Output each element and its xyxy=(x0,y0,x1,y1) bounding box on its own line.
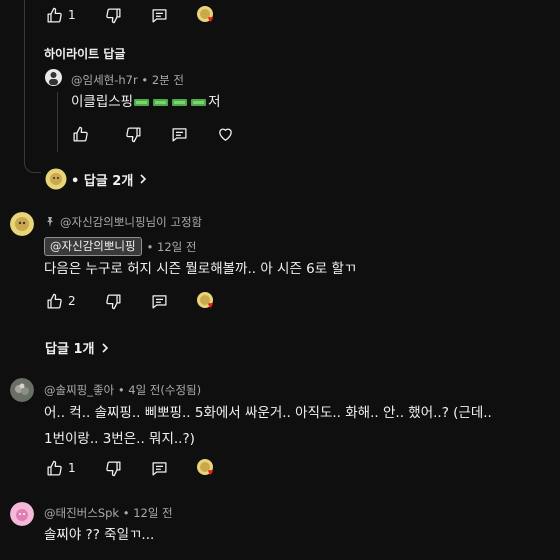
comment-text-line-2: 1번이랑.. 3번은.. 뭐지..?) xyxy=(44,431,195,447)
creator-avatar-icon xyxy=(45,168,67,190)
comment-meta: @자신감의뽀니핑 • 12일 전 xyxy=(44,237,196,256)
creator-heart-icon xyxy=(196,459,213,475)
avatar[interactable] xyxy=(10,502,34,526)
author-link[interactable]: @임세현-h7r xyxy=(71,73,138,87)
comment-text: 솔찌야 ?? 죽일ㄲ... xyxy=(44,527,155,543)
replies-toggle[interactable]: • 답글 2개 xyxy=(45,168,149,190)
dislike-button[interactable] xyxy=(104,5,124,25)
avatar[interactable] xyxy=(45,69,62,86)
thumbs-up-icon xyxy=(46,7,62,23)
avatar[interactable] xyxy=(10,212,34,236)
thumbs-up-icon xyxy=(46,460,62,476)
thumbs-down-icon xyxy=(125,126,141,142)
reply-button[interactable] xyxy=(169,124,189,144)
chevron-right-icon xyxy=(140,174,147,184)
dislike-button[interactable] xyxy=(123,124,143,144)
thread-line xyxy=(57,92,58,152)
timestamp[interactable]: • 12일 전 xyxy=(123,506,173,520)
like-count: 1 xyxy=(68,8,76,22)
replies-toggle[interactable]: 답글 1개 xyxy=(45,338,111,357)
thumbs-down-icon xyxy=(106,7,121,23)
thread-curve xyxy=(24,150,41,173)
timestamp[interactable]: • 2분 전 xyxy=(141,73,184,87)
reply-button[interactable] xyxy=(150,291,170,311)
dislike-button[interactable] xyxy=(104,458,124,478)
avatar[interactable] xyxy=(10,378,34,402)
comment-text: 이클립스핑 저 xyxy=(71,90,221,114)
avatar-icon xyxy=(10,212,34,236)
dislike-button[interactable] xyxy=(104,291,124,311)
chevron-right-icon xyxy=(102,342,109,353)
comment-text-prefix: 이클립스핑 xyxy=(71,94,134,110)
author-link[interactable]: @태진버스Spk xyxy=(44,506,119,520)
thread-line xyxy=(24,0,25,160)
highlight-label: 하이라이트 답글 xyxy=(44,47,126,61)
comment-text-suffix: 저 xyxy=(208,94,221,110)
reply-button[interactable] xyxy=(150,5,170,25)
replies-label: • 답글 2개 xyxy=(71,173,134,189)
thumbs-down-icon xyxy=(106,460,121,476)
action-bar: 2 xyxy=(44,291,216,311)
comment-meta: @솔찌핑_좋아 • 4일 전(수정됨) xyxy=(44,382,201,398)
creator-heart-button[interactable] xyxy=(196,291,216,311)
thumbs-down-icon xyxy=(106,293,121,309)
pin-icon xyxy=(47,217,53,227)
comment-icon xyxy=(152,294,167,309)
like-count: 2 xyxy=(68,294,76,308)
author-pill[interactable]: @자신감의뽀니핑 xyxy=(44,237,142,256)
avatar-icon xyxy=(49,72,58,85)
reply-button[interactable] xyxy=(150,458,170,478)
creator-heart-button[interactable] xyxy=(196,5,216,25)
creator-heart-icon xyxy=(196,6,213,22)
author-link[interactable]: @솔찌핑_좋아 xyxy=(44,383,114,397)
timestamp[interactable]: • 4일 전(수정됨) xyxy=(118,383,201,397)
pinned-label: @자신감의뽀니핑님이 고정함 xyxy=(60,215,203,229)
like-button[interactable] xyxy=(44,5,64,25)
green-money-icon xyxy=(134,97,207,108)
avatar-icon xyxy=(10,502,34,526)
thumbs-up-icon xyxy=(72,126,88,142)
comment-meta: @임세현-h7r • 2분 전 xyxy=(71,72,184,88)
like-button[interactable] xyxy=(44,291,64,311)
pinned-indicator: @자신감의뽀니핑님이 고정함 xyxy=(44,214,202,230)
action-bar xyxy=(70,124,235,144)
comment-icon xyxy=(152,8,167,23)
heart-outline-icon xyxy=(218,128,232,141)
comment-icon xyxy=(171,127,187,142)
comment-text: 다음은 누구로 허지 시즌 뭘로해볼까.. 아 시즌 6로 할ㄲ xyxy=(44,261,357,277)
comment-text-line-1: 어.. 컥.. 솔찌핑.. 삐뽀핑.. 5화에서 싸운거.. 아직도.. 화해.… xyxy=(44,405,492,421)
creator-heart-icon xyxy=(196,292,213,308)
creator-heart-button[interactable] xyxy=(196,458,216,478)
comment-meta: @태진버스Spk • 12일 전 xyxy=(44,505,173,521)
timestamp[interactable]: • 12일 전 xyxy=(147,239,197,255)
avatar-icon xyxy=(10,378,34,402)
comment-icon xyxy=(152,461,167,476)
like-count: 1 xyxy=(68,461,76,475)
like-button[interactable] xyxy=(70,124,90,144)
action-bar: 1 xyxy=(44,458,216,478)
like-button[interactable] xyxy=(44,458,64,478)
top-action-bar: 1 xyxy=(44,5,216,25)
thumbs-up-icon xyxy=(46,293,62,309)
replies-label: 답글 1개 xyxy=(45,342,95,357)
heart-button[interactable] xyxy=(215,124,235,144)
